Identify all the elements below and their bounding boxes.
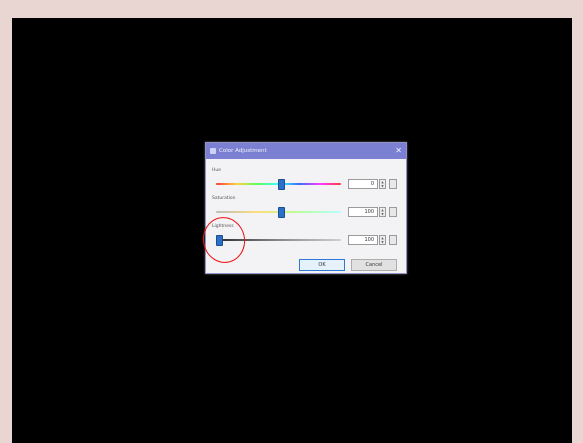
spin-down-icon[interactable]: ▼: [380, 184, 385, 188]
color-adjustment-dialog: Color Adjustment ✕ Hue 0 ▲ ▼ Saturation …: [205, 142, 407, 274]
saturation-value-field[interactable]: 100: [348, 207, 378, 217]
palette-icon: [210, 148, 216, 154]
hue-value-field[interactable]: 0: [348, 179, 378, 189]
ok-button[interactable]: OK: [299, 259, 345, 271]
spin-down-icon[interactable]: ▼: [380, 212, 385, 216]
saturation-label: Saturation: [212, 196, 236, 201]
hue-reset-button[interactable]: [389, 179, 397, 189]
lightness-value-field[interactable]: 100: [348, 235, 378, 245]
close-icon[interactable]: ✕: [395, 147, 402, 155]
lightness-slider-track[interactable]: [216, 239, 341, 241]
saturation-slider-thumb[interactable]: [278, 207, 285, 218]
dialog-body: Hue 0 ▲ ▼ Saturation 100 ▲ ▼ Lightness 1…: [206, 159, 406, 273]
saturation-spin-buttons[interactable]: ▲ ▼: [379, 207, 386, 217]
lightness-label: Lightness: [212, 224, 234, 229]
hue-spin-buttons[interactable]: ▲ ▼: [379, 179, 386, 189]
lightness-reset-button[interactable]: [389, 235, 397, 245]
dialog-title: Color Adjustment: [219, 148, 267, 154]
spin-down-icon[interactable]: ▼: [380, 240, 385, 244]
hue-label: Hue: [212, 168, 222, 173]
lightness-spin-buttons[interactable]: ▲ ▼: [379, 235, 386, 245]
hue-slider-thumb[interactable]: [278, 179, 285, 190]
saturation-reset-button[interactable]: [389, 207, 397, 217]
lightness-slider-thumb[interactable]: [215, 235, 223, 246]
dialog-titlebar[interactable]: Color Adjustment ✕: [206, 143, 406, 159]
cancel-button[interactable]: Cancel: [351, 259, 397, 271]
